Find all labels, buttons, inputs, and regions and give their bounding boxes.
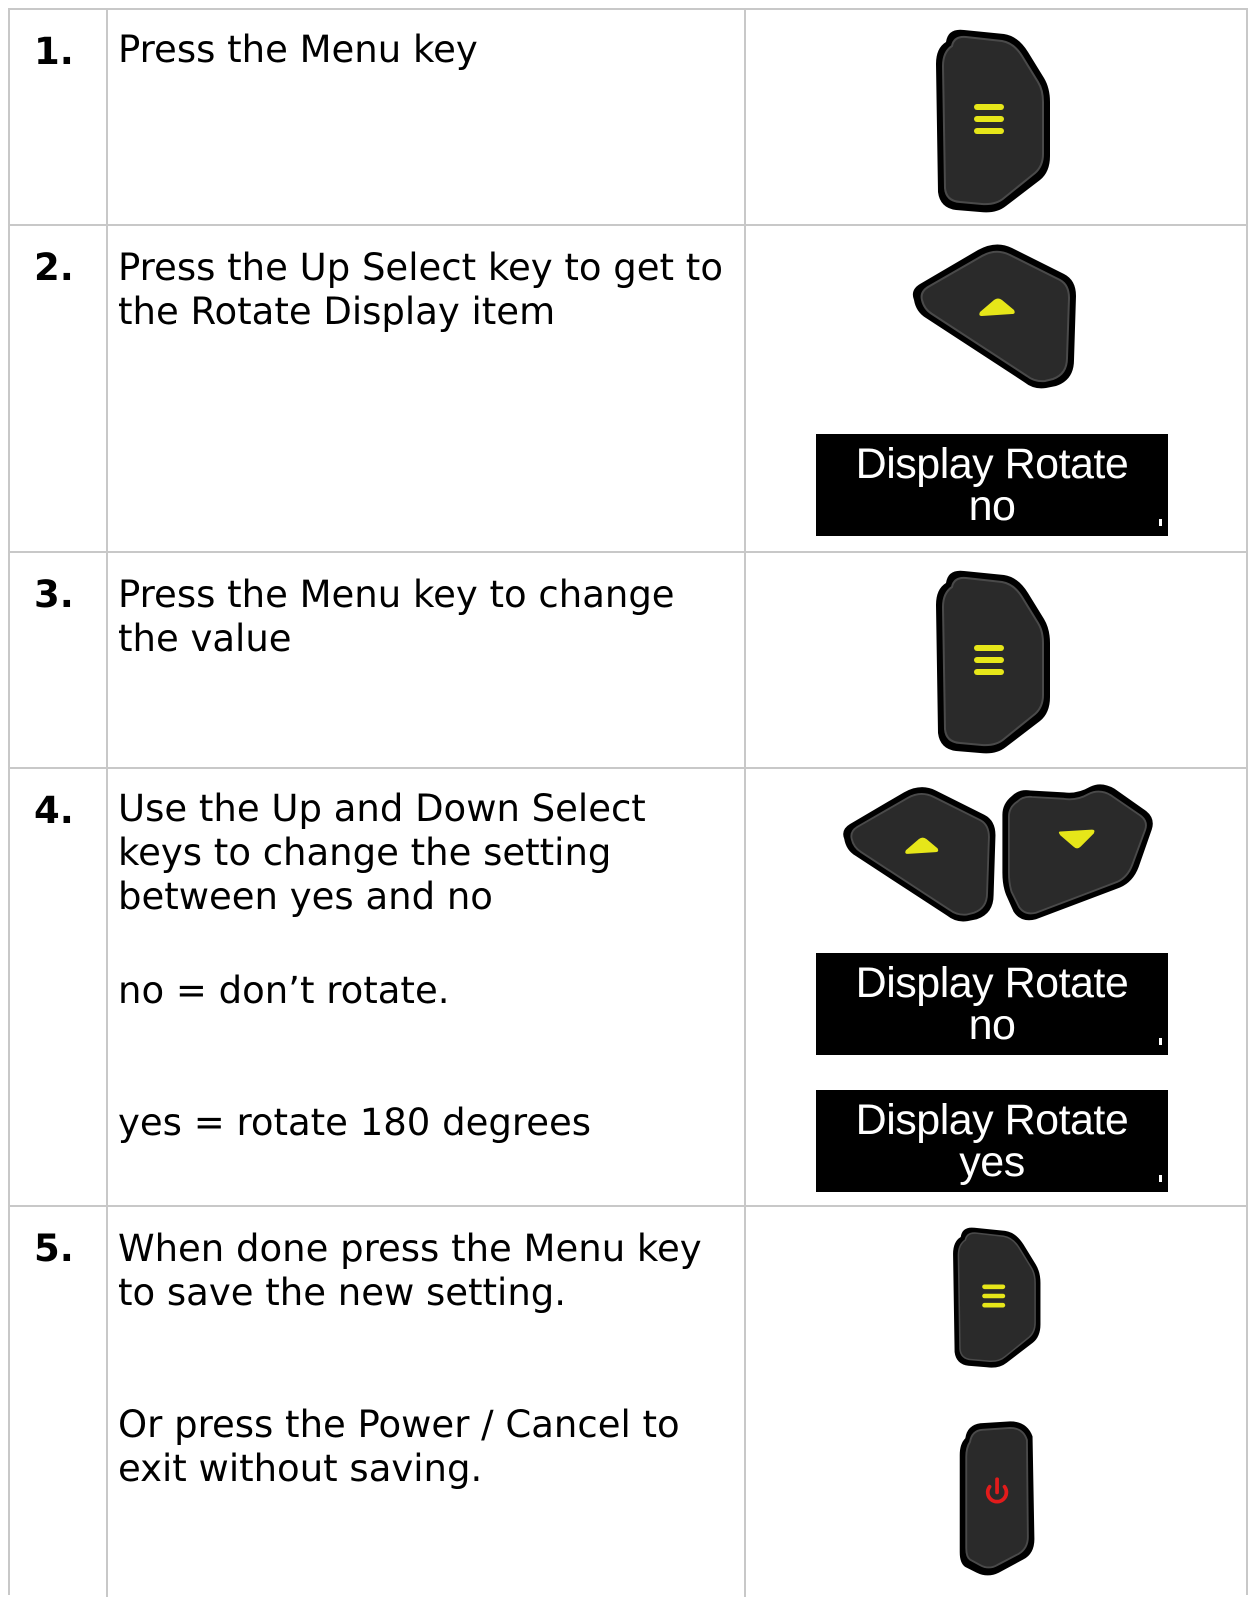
display-line-2: yes	[959, 1138, 1025, 1186]
step-instruction: Press the Up Select key to get to the Ro…	[118, 246, 723, 333]
display-line-1: Display Rotate	[855, 959, 1129, 1007]
step-instruction: Press the Menu key to change the value	[118, 573, 675, 660]
display-indicator	[1159, 519, 1162, 526]
step-number: 4.	[34, 789, 74, 832]
instructions-table: 1. Press the Menu key 2. Press the Up Se…	[8, 8, 1248, 1597]
step-number: 3.	[34, 573, 74, 616]
display-line-1: Display Rotate	[855, 440, 1129, 488]
power-cancel-key-icon	[956, 1417, 1040, 1577]
step-instruction: Use the Up and Down Select keys to chang…	[118, 787, 646, 918]
display-screen: Display Rotate no	[816, 434, 1168, 536]
step-row-2: 2. Press the Up Select key to get to the…	[10, 226, 1246, 553]
step-number: 1.	[34, 30, 74, 73]
step-row-4: 4. Use the Up and Down Select keys to ch…	[10, 769, 1246, 1207]
step-row-1: 1. Press the Menu key	[10, 10, 1246, 226]
display-screen: Display Rotate yes	[816, 1090, 1168, 1192]
down-select-key-icon	[998, 783, 1158, 923]
display-indicator	[1159, 1175, 1162, 1182]
up-select-key-icon	[838, 783, 998, 923]
menu-key-icon	[932, 24, 1052, 214]
display-screen: Display Rotate no	[816, 953, 1168, 1055]
menu-key-icon	[950, 1223, 1042, 1369]
step-note-no: no = don’t rotate.	[118, 969, 450, 1012]
step-alternative: Or press the Power / Cancel to exit with…	[118, 1403, 680, 1490]
step-number: 2.	[34, 246, 74, 289]
menu-key-icon	[932, 565, 1052, 755]
step-note-yes: yes = rotate 180 degrees	[118, 1101, 592, 1144]
step-row-3: 3. Press the Menu key to change the valu…	[10, 553, 1246, 769]
step-instruction: When done press the Menu key to save the…	[118, 1227, 702, 1314]
display-line-1: Display Rotate	[855, 1096, 1129, 1144]
step-instruction: Press the Menu key	[118, 28, 478, 71]
display-indicator	[1159, 1038, 1162, 1045]
step-row-5: 5. When done press the Menu key to save …	[10, 1207, 1246, 1597]
step-number: 5.	[34, 1227, 74, 1270]
display-line-2: no	[968, 1001, 1016, 1049]
display-line-2: no	[968, 482, 1016, 530]
up-select-key-icon	[908, 240, 1078, 390]
